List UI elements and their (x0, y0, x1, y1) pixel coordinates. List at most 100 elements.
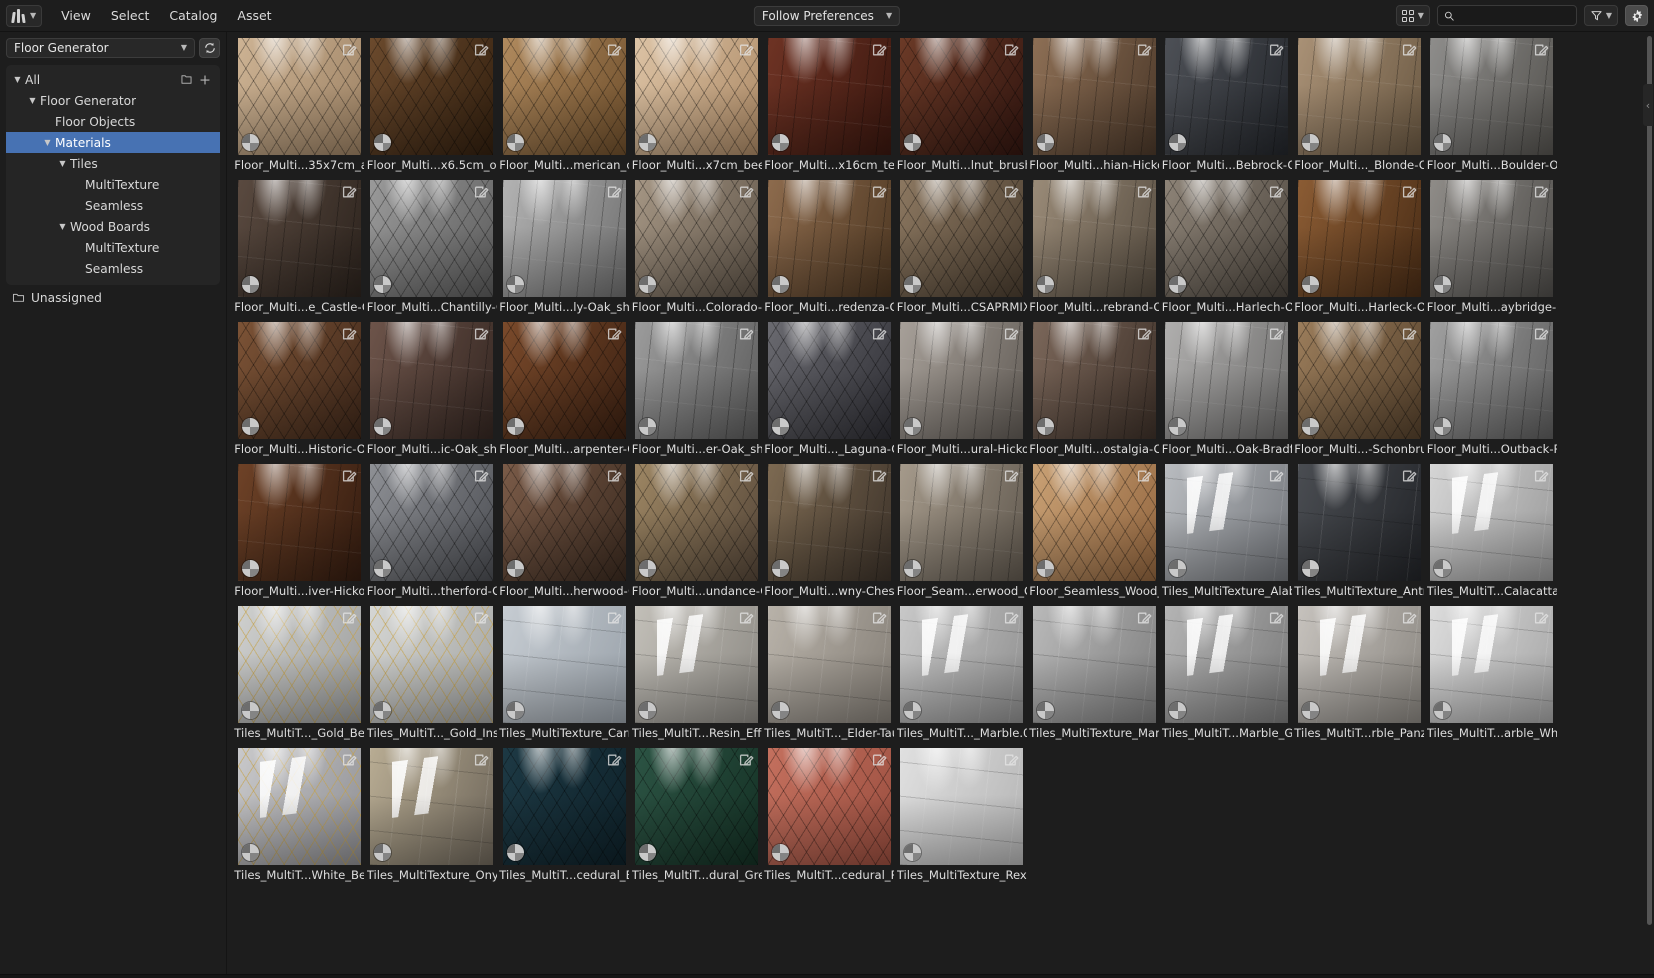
asset-thumbnail[interactable] (237, 38, 361, 155)
asset-thumbnail[interactable] (502, 38, 626, 155)
edit-pencil-icon[interactable] (1003, 752, 1019, 768)
edit-pencil-icon[interactable] (871, 326, 887, 342)
edit-pencil-icon[interactable] (606, 184, 622, 200)
asset-thumbnail[interactable] (767, 606, 891, 723)
edit-pencil-icon[interactable] (738, 610, 754, 626)
asset-thumbnail[interactable] (635, 606, 759, 723)
asset-item[interactable]: Floor_Multi..._Blonde-Oak (1293, 37, 1426, 179)
asset-item[interactable]: Floor_Multi...x16cm_teak (763, 37, 896, 179)
edit-pencil-icon[interactable] (871, 184, 887, 200)
edit-pencil-icon[interactable] (1003, 468, 1019, 484)
asset-thumbnail[interactable] (1165, 322, 1289, 439)
settings-button[interactable] (1625, 5, 1648, 26)
asset-item[interactable]: Floor_Multi...er-Oak_short (631, 321, 764, 463)
edit-pencil-icon[interactable] (341, 326, 357, 342)
edit-pencil-icon[interactable] (1268, 42, 1284, 58)
plus-icon[interactable] (199, 74, 211, 86)
asset-thumbnail[interactable] (767, 464, 891, 581)
edit-pencil-icon[interactable] (1003, 184, 1019, 200)
asset-item[interactable]: Tiles_MultiT...dural_Green (631, 747, 764, 889)
asset-thumbnail[interactable] (900, 180, 1024, 297)
menu-catalog[interactable]: Catalog (160, 5, 226, 26)
menu-view[interactable]: View (52, 5, 100, 26)
asset-item[interactable]: Tiles_MultiT..._Gold_Insert (366, 605, 499, 747)
edit-pencil-icon[interactable] (1003, 42, 1019, 58)
edit-pencil-icon[interactable] (1136, 184, 1152, 200)
asset-thumbnail[interactable] (1297, 606, 1421, 723)
edit-pencil-icon[interactable] (473, 184, 489, 200)
editor-type-button[interactable]: ▼ (6, 4, 43, 27)
catalog-item-floor-generator[interactable]: ▼ Floor Generator (6, 90, 220, 111)
disclosure-triangle-icon[interactable]: ▼ (27, 96, 38, 105)
asset-thumbnail[interactable] (1165, 38, 1289, 155)
asset-item[interactable]: Floor_Multi...Historic-Oak (233, 321, 366, 463)
edit-pencil-icon[interactable] (341, 752, 357, 768)
asset-library-dropdown[interactable]: Floor Generator ▼ (6, 38, 195, 58)
asset-item[interactable]: Floor_Multi...rebrand-Oak (1028, 179, 1161, 321)
edit-pencil-icon[interactable] (1268, 326, 1284, 342)
asset-thumbnail[interactable] (1297, 180, 1421, 297)
asset-item[interactable]: Floor_Multi...ural-Hickory (896, 321, 1029, 463)
asset-thumbnail[interactable] (502, 322, 626, 439)
asset-thumbnail[interactable] (1032, 180, 1156, 297)
edit-pencil-icon[interactable] (738, 42, 754, 58)
asset-item[interactable]: Floor_Multi...Outback-Pine (1426, 321, 1559, 463)
asset-item[interactable]: Floor_Multi...lnut_brushed (896, 37, 1029, 179)
asset-thumbnail[interactable] (1430, 38, 1554, 155)
edit-pencil-icon[interactable] (1401, 610, 1417, 626)
asset-item[interactable]: Tiles_MultiT...Marble_Grey (1161, 605, 1294, 747)
catalog-item-all[interactable]: ▼ All (6, 69, 220, 90)
asset-thumbnail[interactable] (900, 322, 1024, 439)
edit-pencil-icon[interactable] (1136, 326, 1152, 342)
asset-thumbnail[interactable] (635, 748, 759, 865)
asset-item[interactable]: Floor_Multi...Harleck-Oak (1293, 179, 1426, 321)
asset-thumbnail[interactable] (370, 606, 494, 723)
edit-pencil-icon[interactable] (738, 326, 754, 342)
asset-thumbnail[interactable] (900, 748, 1024, 865)
asset-thumbnail[interactable] (1430, 606, 1554, 723)
asset-thumbnail[interactable] (1165, 606, 1289, 723)
asset-thumbnail[interactable] (1165, 464, 1289, 581)
search-input[interactable] (1459, 8, 1570, 23)
edit-pencil-icon[interactable] (341, 42, 357, 58)
catalog-item-seamless[interactable]: Seamless (6, 258, 220, 279)
edit-pencil-icon[interactable] (1533, 184, 1549, 200)
catalog-item-multitexture[interactable]: MultiTexture (6, 237, 220, 258)
asset-item[interactable]: Floor_Multi...Chantilly-Oak (366, 179, 499, 321)
refresh-library-button[interactable] (199, 38, 220, 58)
asset-thumbnail[interactable] (502, 180, 626, 297)
edit-pencil-icon[interactable] (1136, 42, 1152, 58)
asset-item[interactable]: Tiles_MultiT..._Marble.001 (896, 605, 1029, 747)
asset-thumbnail[interactable] (237, 322, 361, 439)
asset-item[interactable]: Floor_Multi...x6.5cm_oak (366, 37, 499, 179)
edit-pencil-icon[interactable] (341, 610, 357, 626)
asset-thumbnail[interactable] (370, 322, 494, 439)
edit-pencil-icon[interactable] (1268, 468, 1284, 484)
asset-item[interactable]: Floor_Seam...erwood_Oak (896, 463, 1029, 605)
preferences-dropdown[interactable]: Follow Preferences ▼ (753, 5, 901, 26)
asset-item[interactable]: Floor_Multi...arpenter-Oak (498, 321, 631, 463)
asset-thumbnail[interactable] (1297, 322, 1421, 439)
catalog-item-unassigned[interactable]: Unassigned (6, 287, 220, 308)
asset-thumbnail[interactable] (1430, 464, 1554, 581)
catalog-item-floor-objects[interactable]: Floor Objects (6, 111, 220, 132)
sidebar-collapse-arrow[interactable]: ‹ (1643, 84, 1653, 126)
asset-thumbnail[interactable] (635, 464, 759, 581)
edit-pencil-icon[interactable] (606, 326, 622, 342)
asset-item[interactable]: Tiles_MultiTexture_Antr... (1293, 463, 1426, 605)
scrollbar-thumb[interactable] (1647, 36, 1652, 925)
edit-pencil-icon[interactable] (1533, 42, 1549, 58)
edit-pencil-icon[interactable] (473, 326, 489, 342)
asset-thumbnail[interactable] (1032, 606, 1156, 723)
asset-item[interactable]: Tiles_MultiTexture_Alab... (1161, 463, 1294, 605)
asset-thumbnail[interactable] (1032, 464, 1156, 581)
asset-thumbnail[interactable] (1297, 38, 1421, 155)
edit-pencil-icon[interactable] (1003, 610, 1019, 626)
asset-thumbnail[interactable] (370, 180, 494, 297)
new-catalog-icon[interactable] (180, 73, 193, 86)
edit-pencil-icon[interactable] (1003, 326, 1019, 342)
asset-thumbnail[interactable] (370, 748, 494, 865)
asset-item[interactable]: Floor_Multi...Colorado-Oak (631, 179, 764, 321)
asset-item[interactable]: Tiles_MultiT...rble_Panzoo (1293, 605, 1426, 747)
asset-item[interactable]: Floor_Multi...iver-Hickory (233, 463, 366, 605)
